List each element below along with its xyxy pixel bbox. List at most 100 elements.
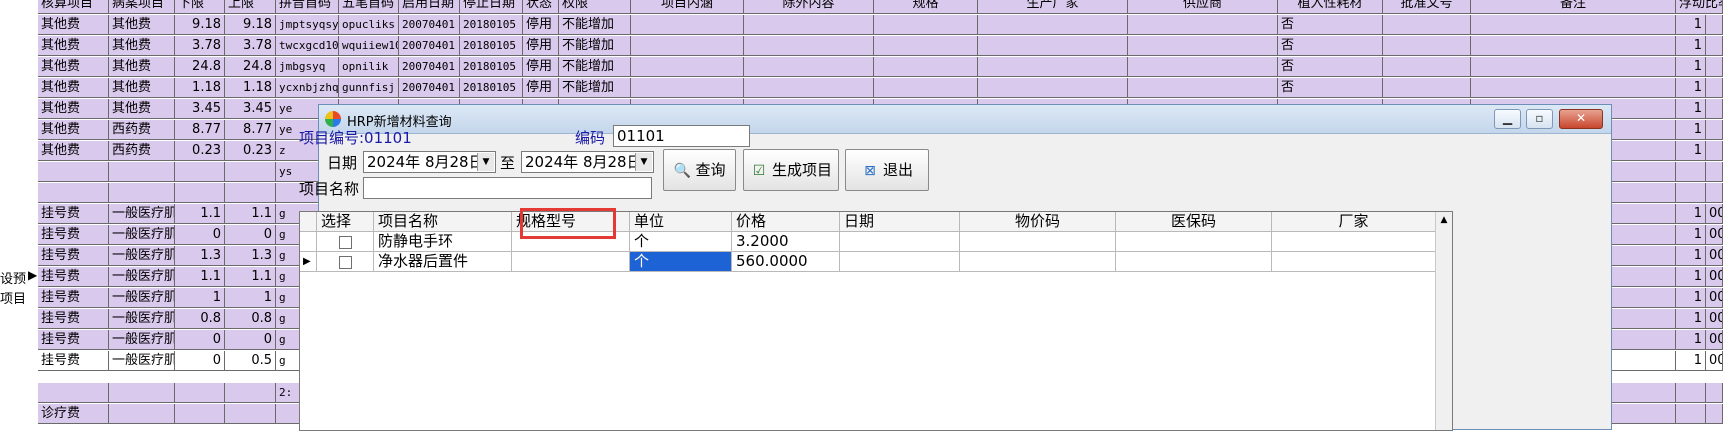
bg-table-cell[interactable]: 00 [1706,351,1723,371]
date-to-picker[interactable]: 2024年 8月28日 ▼ [521,151,654,173]
bg-table-cell[interactable] [1706,404,1723,424]
bg-table-cell[interactable] [1471,36,1676,56]
bg-header-cell[interactable]: 上限 [225,0,276,14]
bg-table-cell[interactable]: 不能增加 [559,15,631,35]
restore-icon[interactable]: ▫ [1526,109,1553,129]
bg-table-cell[interactable]: 20180105 [460,36,523,56]
grid-header-cell[interactable]: 物价码 [960,212,1116,232]
bg-table-cell[interactable]: 一般医疗肌 [109,330,175,350]
bg-table-cell[interactable]: 1 [1676,204,1706,224]
bg-table-cell[interactable]: 一般医疗肌 [109,246,175,266]
bg-table-cell[interactable]: 1.1 [175,204,225,224]
bg-table-cell[interactable]: 不能增加 [559,78,631,98]
bg-table-cell[interactable] [175,162,225,182]
bg-table-cell[interactable] [1706,57,1723,77]
bg-table-cell[interactable]: gunnfisj [339,78,399,98]
bg-table-cell[interactable]: 3.45 [225,99,276,119]
bg-table-cell[interactable]: 0.23 [225,141,276,161]
scroll-up-icon[interactable]: ▲ [1436,212,1452,228]
bg-table-cell[interactable]: 3.45 [175,99,225,119]
bg-table-cell[interactable] [1676,162,1706,182]
bg-table-cell[interactable] [109,183,175,203]
bg-table-cell[interactable] [109,404,175,424]
bg-table-cell[interactable]: 20070401 [399,57,460,77]
bg-table-cell[interactable] [1128,36,1278,56]
bg-table-cell[interactable]: 挂号费 [38,267,109,287]
bg-table-cell[interactable]: 一般医疗肌 [109,267,175,287]
bg-table-cell[interactable] [1706,162,1723,182]
bg-table-row[interactable]: 其他费 其他费 1.18 1.18 ycxnbjzhq gunnfisj 20070401 2… [0,78,1723,99]
bg-table-cell[interactable] [874,36,978,56]
bg-table-cell[interactable] [38,383,109,403]
bg-table-cell[interactable]: 否 [1278,15,1383,35]
exit-button[interactable]: ⊠ 退出 [845,149,929,191]
bg-table-cell[interactable] [744,15,874,35]
bg-table-cell[interactable]: 1 [175,288,225,308]
bg-table-row[interactable]: 其他费 其他费 9.18 9.18 jmptsyqsy opucliks 20070401 2… [0,15,1723,36]
bg-table-cell[interactable] [1706,120,1723,140]
bg-table-cell[interactable]: 9.18 [225,15,276,35]
bg-table-cell[interactable] [1706,183,1723,203]
bg-table-cell[interactable]: 00 [1706,267,1723,287]
bg-table-cell[interactable]: 0.8 [175,309,225,329]
bg-table-cell[interactable]: 挂号费 [38,351,109,371]
bg-header-cell[interactable]: 五笔首码 [339,0,399,14]
bg-table-cell[interactable] [874,57,978,77]
bg-table-cell[interactable]: 其他费 [109,78,175,98]
bg-table-cell[interactable]: 其他费 [38,15,109,35]
bg-table-cell[interactable]: 1 [1676,36,1706,56]
bg-table-cell[interactable] [1706,383,1723,403]
bg-table-cell[interactable] [1706,78,1723,98]
bg-table-cell[interactable]: 3.78 [225,36,276,56]
bg-table-cell[interactable]: 1 [1676,309,1706,329]
bg-table-cell[interactable]: 1 [1676,120,1706,140]
bg-table-cell[interactable]: 诊疗费 [38,404,109,424]
bg-table-cell[interactable]: 其他费 [38,120,109,140]
bg-table-cell[interactable]: 1 [1676,288,1706,308]
bg-header-cell[interactable]: 植入性耗材 [1278,0,1383,14]
bg-table-cell[interactable] [1383,15,1471,35]
bg-header-cell[interactable]: 浮动比率 [1676,0,1723,14]
bg-table-cell[interactable] [978,78,1128,98]
minimize-icon[interactable]: ▁ [1494,109,1521,129]
bg-table-cell[interactable]: 其他费 [109,36,175,56]
bg-table-cell[interactable]: 其他费 [109,57,175,77]
bg-table-cell[interactable]: 停用 [523,15,559,35]
bg-table-cell[interactable]: 00 [1706,246,1723,266]
bg-table-cell[interactable] [1676,383,1706,403]
bg-table-cell[interactable]: 1.18 [225,78,276,98]
bg-table-cell[interactable]: 20070401 [399,15,460,35]
bg-table-cell[interactable] [1676,404,1706,424]
bg-header-cell[interactable]: 状态 [523,0,559,14]
select-checkbox[interactable] [317,232,374,252]
bg-table-cell[interactable]: 1.1 [225,204,276,224]
bg-table-cell[interactable]: 1 [1676,99,1706,119]
bg-table-cell[interactable]: 一般医疗肌 [109,309,175,329]
bg-table-cell[interactable] [744,36,874,56]
bg-table-cell[interactable]: 1 [1676,141,1706,161]
dropdown-arrow-icon[interactable]: ▼ [635,153,652,171]
bg-table-cell[interactable] [1706,15,1723,35]
bg-table-cell[interactable] [978,36,1128,56]
bg-table-cell[interactable] [1471,57,1676,77]
bg-header-cell[interactable]: 除外内容 [744,0,874,14]
bg-table-cell[interactable]: 挂号费 [38,330,109,350]
bg-table-cell[interactable] [874,78,978,98]
bg-table-cell[interactable]: 0 [225,330,276,350]
bg-table-cell[interactable]: 8.77 [175,120,225,140]
bg-table-cell[interactable]: 西药费 [109,120,175,140]
bg-table-cell[interactable]: 其他费 [109,99,175,119]
bg-table-cell[interactable]: opucliks [339,15,399,35]
bg-table-cell[interactable] [1128,57,1278,77]
bg-table-cell[interactable] [631,36,744,56]
bg-table-cell[interactable]: 一般医疗肌 [109,225,175,245]
bg-table-cell[interactable] [1128,78,1278,98]
bg-table-cell[interactable]: 其他费 [38,78,109,98]
bg-header-cell[interactable]: 启用日期 [399,0,460,14]
bg-table-cell[interactable]: 不能增加 [559,57,631,77]
bg-table-cell[interactable]: 9.18 [175,15,225,35]
bg-table-cell[interactable]: 0.8 [225,309,276,329]
bg-table-cell[interactable]: 1 [1676,246,1706,266]
bg-table-cell[interactable]: 1 [1676,225,1706,245]
bg-table-cell[interactable]: 其他费 [38,36,109,56]
